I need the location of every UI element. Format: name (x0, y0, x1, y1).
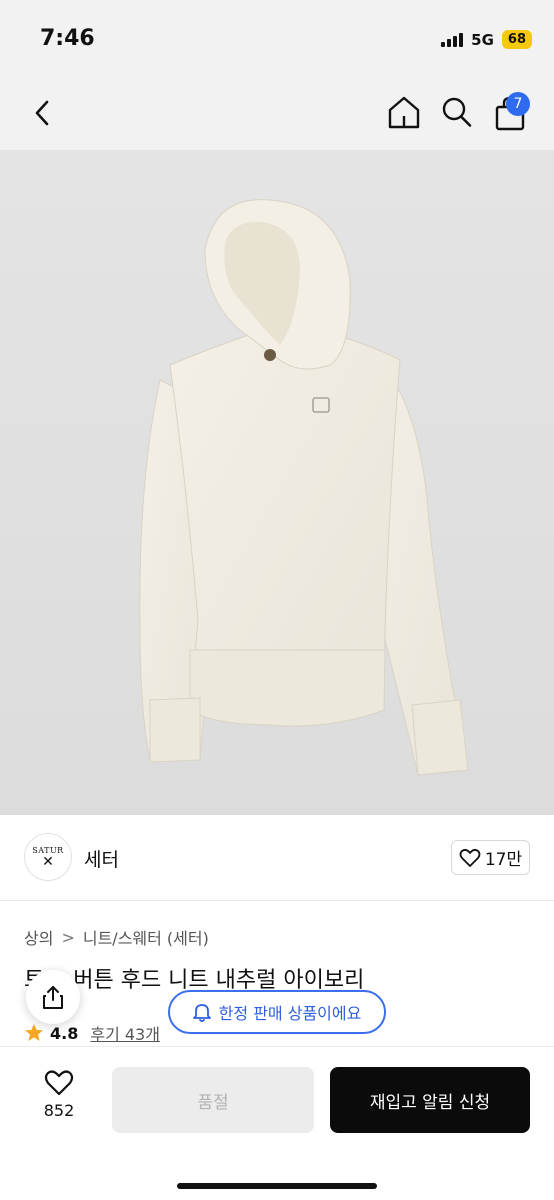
search-button[interactable] (440, 94, 474, 130)
review-link[interactable]: 후기 43개 (90, 1021, 160, 1045)
brand-like-count: 17만 (484, 850, 523, 870)
heart-outline-icon (459, 848, 481, 867)
nav-bar (0, 78, 554, 150)
home-icon (388, 96, 420, 129)
bell-icon (192, 1004, 211, 1022)
wishlist-count: 852 (43, 1101, 75, 1120)
hoodie-illustration (139, 199, 469, 776)
breadcrumb: 상의 > 니트/스웨터 (세터) (24, 925, 209, 949)
brand-like-button[interactable]: 17만 (451, 840, 530, 875)
search-icon (442, 97, 472, 127)
status-bar: 7:46 5G 68 (0, 0, 554, 78)
product-image[interactable] (0, 150, 554, 815)
status-indicators: 5G 68 (441, 30, 532, 49)
brand-name[interactable]: 세터 (84, 845, 119, 872)
brand-row[interactable]: SATUR ✕ 세터 17만 (0, 815, 554, 901)
back-button[interactable] (28, 98, 58, 128)
status-time: 7:46 (40, 26, 95, 51)
rating-value: 4.8 (50, 1023, 79, 1043)
star-icon (25, 1024, 43, 1041)
brand-logo[interactable]: SATUR ✕ (24, 833, 72, 881)
signal-icon (441, 32, 464, 47)
rating-row: 4.8 후기 43개 (24, 1021, 160, 1045)
home-indicator (177, 1183, 377, 1189)
brand-logo-mark: ✕ (42, 853, 54, 870)
limited-sale-label: 한정 판매 상품이에요 (218, 1004, 362, 1023)
share-icon (43, 986, 63, 1009)
share-button[interactable] (26, 970, 80, 1024)
breadcrumb-item-knit[interactable]: 니트/스웨터 (세터) (83, 925, 209, 949)
home-button[interactable] (386, 94, 422, 130)
bottom-action-bar: 852 품절 재입고 알림 신청 (0, 1046, 554, 1200)
restock-alert-button[interactable]: 재입고 알림 신청 (330, 1067, 530, 1133)
battery-icon: 68 (501, 30, 532, 49)
divider (0, 900, 554, 901)
wishlist-button[interactable]: 852 (28, 1069, 90, 1133)
cart-count-badge: 7 (506, 92, 530, 116)
breadcrumb-separator: > (61, 927, 75, 947)
network-type: 5G (471, 30, 494, 49)
chevron-left-icon (35, 100, 49, 126)
breadcrumb-item-top[interactable]: 상의 (24, 925, 53, 949)
limited-sale-badge: 한정 판매 상품이에요 (168, 990, 386, 1034)
soldout-button: 품절 (112, 1067, 314, 1133)
heart-outline-icon (44, 1070, 74, 1096)
